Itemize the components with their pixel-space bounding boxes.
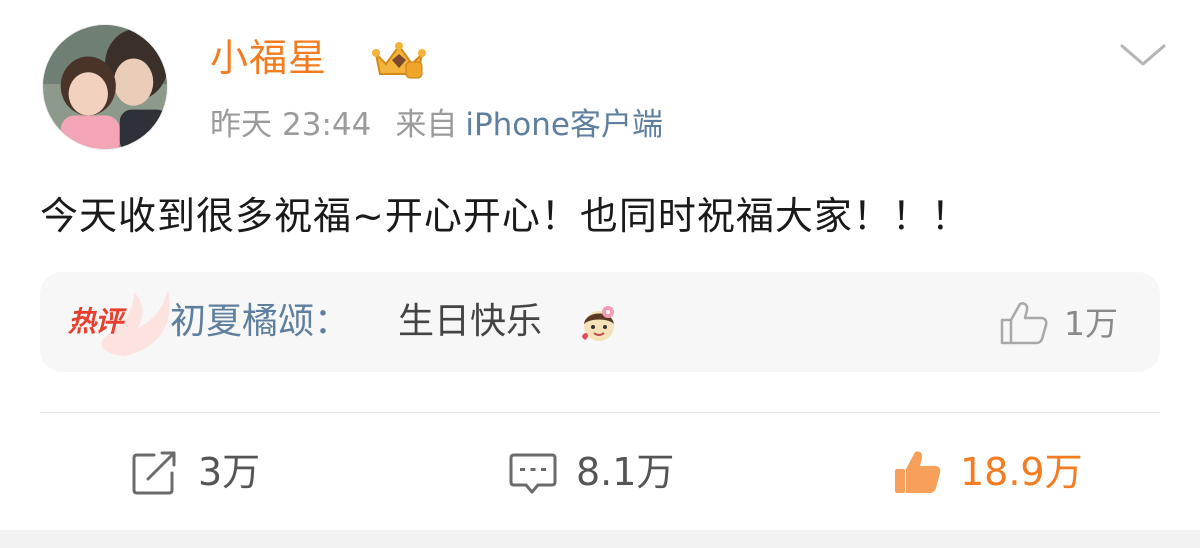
divider <box>40 412 1160 413</box>
source-link[interactable]: iPhone客户端 <box>465 107 663 143</box>
chevron-down-icon[interactable] <box>1118 40 1168 70</box>
thumbs-up-filled-icon <box>892 447 942 497</box>
avatar[interactable] <box>42 24 168 150</box>
post-text: 今天收到很多祝福~开心开心！也同时祝福大家！！！ <box>40 194 970 238</box>
comment-icon <box>508 447 558 497</box>
hot-comment-badge: 热评 <box>68 305 123 338</box>
username[interactable]: 小福星 <box>210 32 327 84</box>
post-time: 23:44 <box>282 107 372 143</box>
repost-count: 3万 <box>198 450 261 494</box>
repost-icon <box>130 447 180 497</box>
repost-button[interactable]: 3万 <box>130 440 260 504</box>
avatar-photo <box>43 25 167 149</box>
emoji-icon <box>578 302 620 344</box>
comment-like-count: 1万 <box>1064 304 1118 343</box>
time-label: 昨天 <box>210 107 272 143</box>
hot-comment-card[interactable]: 热评 初夏橘颂： 生日快乐 1万 <box>40 272 1160 372</box>
post-meta: 昨天 23:44 来自 iPhone客户端 <box>210 104 663 146</box>
thumbs-up-icon[interactable] <box>998 300 1050 346</box>
like-button[interactable]: 18.9万 <box>892 440 1083 504</box>
like-count: 18.9万 <box>960 450 1083 494</box>
from-label: 来自 <box>395 107 458 143</box>
feed-separator <box>0 530 1200 548</box>
comment-text: 生日快乐 <box>398 301 543 342</box>
comment-author[interactable]: 初夏橘颂： <box>170 299 350 345</box>
crown-vip-icon[interactable] <box>370 40 428 80</box>
comment-count: 8.1万 <box>576 450 675 494</box>
comment-button[interactable]: 8.1万 <box>508 440 674 504</box>
